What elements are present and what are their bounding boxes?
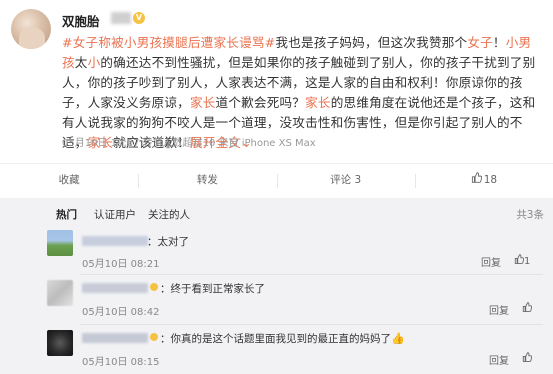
keyword-link[interactable]: 女子 <box>467 35 493 50</box>
comment-time: 05月10日 08:21 <box>82 259 160 270</box>
post-text-segment: 太 <box>74 55 88 70</box>
divider <box>80 274 543 275</box>
comment-item: ：你真的是这个话题里面我见到的最正直的妈妈了👍 05月10日 08:15 回复 <box>0 326 553 372</box>
commenter-avatar[interactable] <box>47 230 73 256</box>
keyword-link[interactable]: 家长 <box>190 95 216 110</box>
vip-badge-icon <box>150 283 158 291</box>
username-blurred-part <box>111 12 131 24</box>
user-avatar[interactable] <box>11 9 51 49</box>
comment-button[interactable]: 评论 3 <box>276 164 415 197</box>
vip-badge-icon <box>150 333 158 341</box>
comment-time: 05月10日 08:42 <box>82 307 160 318</box>
thumbs-up-icon <box>471 164 482 196</box>
keyword-link[interactable]: 家长 <box>305 95 331 110</box>
thumbs-up-emoji-icon: 👍 <box>391 332 405 345</box>
post-text-segment: 道个歉会死吗？ <box>215 95 306 110</box>
comment-like-button[interactable] <box>522 352 533 365</box>
hashtag-link[interactable]: #女子称被小男孩摸腿后遭家长谩骂# <box>62 35 275 50</box>
commenter-avatar[interactable] <box>47 280 73 306</box>
reply-button[interactable]: 回复 <box>489 302 509 317</box>
comment-tabs: 热门 认证用户 关注的人 共3条 <box>0 198 553 228</box>
comment-time: 05月10日 08:15 <box>82 357 160 368</box>
username[interactable]: 双胞胎 <box>62 11 100 30</box>
divider <box>80 324 543 325</box>
commenter-avatar[interactable] <box>47 330 73 356</box>
repost-button[interactable]: 转发 <box>138 164 276 197</box>
reply-button[interactable]: 回复 <box>489 352 509 367</box>
like-button[interactable]: 18 <box>414 164 553 197</box>
commenter-name-blurred[interactable] <box>82 333 148 343</box>
comment-like-count: 1 <box>524 256 531 267</box>
comment-item: ：终于看到正常家长了 05月10日 08:42 回复 <box>0 276 553 322</box>
keyword-link[interactable]: 小 <box>88 55 101 70</box>
thumbs-up-icon <box>514 254 525 267</box>
commenter-name-blurred[interactable] <box>82 283 148 293</box>
post-text-segment: ！ <box>492 35 506 50</box>
comment-text: ：终于看到正常家长了 <box>160 283 265 295</box>
tab-verified-users[interactable]: 认证用户 <box>94 207 136 222</box>
thumbs-up-icon <box>522 302 533 315</box>
vip-badge-icon: V <box>133 12 145 24</box>
reply-button[interactable]: 回复 <box>481 254 501 269</box>
comment-item: ：太对了 05月10日 08:21 回复 1 <box>0 228 553 274</box>
tab-hot[interactable]: 热门 <box>56 207 77 222</box>
comment-like-button[interactable] <box>522 302 533 315</box>
favorite-button[interactable]: 收藏 <box>0 164 138 197</box>
like-count: 18 <box>483 174 498 186</box>
comment-text: ：太对了 <box>147 236 189 248</box>
tab-following[interactable]: 关注的人 <box>148 207 190 222</box>
comment-total: 共3条 <box>516 209 544 221</box>
comment-like-button[interactable]: 1 <box>514 254 530 267</box>
commenter-name-blurred[interactable] <box>82 236 148 246</box>
weibo-post: 双胞胎 V #女子称被小男孩摸腿后遭家长谩骂#我也是孩子妈妈，但这次我赞那个女子… <box>0 0 553 374</box>
action-bar: 收藏 转发 评论 3 18 <box>0 163 553 197</box>
comment-text: ：你真的是这个话题里面我见到的最正直的妈妈了👍 <box>160 332 405 345</box>
thumbs-up-icon <box>522 352 533 365</box>
post-text-segment: 我也是孩子妈妈，但这次我赞那个 <box>275 35 468 50</box>
post-meta: 05月10日 19:27 转赞人数超过10 来自 iPhone XS Max <box>62 138 316 149</box>
comments-section: 热门 认证用户 关注的人 共3条 ：太对了 05月10日 08:21 回复 1 … <box>0 198 553 374</box>
